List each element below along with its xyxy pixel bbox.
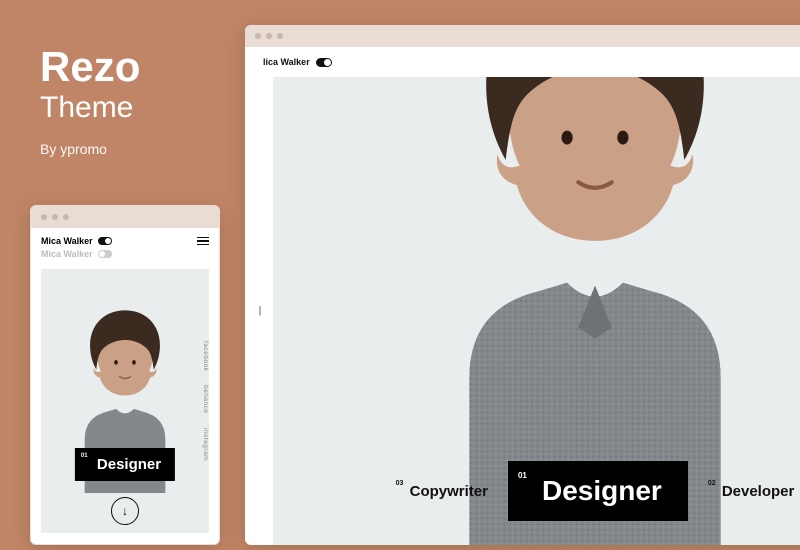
role-designer-badge[interactable]: 01 Designer <box>75 448 175 481</box>
role-number: 01 <box>81 453 88 459</box>
role-label: Designer <box>97 456 161 473</box>
scroll-down-button[interactable]: ↓ <box>111 497 139 525</box>
promo-block: Rezo Theme By ypromo <box>40 45 140 157</box>
site-name: lica Walker <box>263 57 310 67</box>
site-header: lica Walker martin@designer.com <box>245 47 800 77</box>
role-number: 02 <box>708 480 716 487</box>
traffic-light-icon <box>63 214 69 220</box>
social-link-instagram[interactable]: instagram <box>202 428 209 461</box>
social-link-behance[interactable]: behance <box>202 385 209 413</box>
theme-toggle[interactable] <box>98 237 112 245</box>
hero-area: 03 Copywriter 01 Designer 02 Developer <box>273 77 800 545</box>
drag-handle-icon[interactable]: || <box>258 306 259 317</box>
role-label: Designer <box>542 475 662 506</box>
role-designer-badge[interactable]: 01 Designer <box>508 461 688 521</box>
traffic-light-icon <box>266 33 272 39</box>
site-name-faded: Mica Walker <box>41 249 93 259</box>
role-number: 03 <box>396 480 404 487</box>
theme-title: Rezo <box>40 45 140 89</box>
role-label: Copywriter <box>410 483 488 500</box>
role-copywriter[interactable]: 03 Copywriter <box>396 483 488 500</box>
role-developer[interactable]: 02 Developer <box>708 483 795 500</box>
traffic-light-icon <box>41 214 47 220</box>
desktop-preview-window: lica Walker martin@designer.com || <box>245 25 800 545</box>
traffic-light-icon <box>277 33 283 39</box>
hamburger-menu-icon[interactable] <box>197 237 209 246</box>
theme-byline: By ypromo <box>40 141 140 157</box>
social-link-facebook[interactable]: facebook <box>202 341 209 371</box>
site-header-mobile: Mica Walker Mica Walker <box>31 228 219 261</box>
mobile-preview-window: Mica Walker Mica Walker <box>30 205 220 545</box>
traffic-light-icon <box>255 33 261 39</box>
role-number: 01 <box>518 471 527 480</box>
theme-toggle[interactable] <box>316 58 332 67</box>
site-name: Mica Walker <box>41 236 93 246</box>
role-label: Developer <box>722 483 795 500</box>
left-rail: || <box>245 77 273 545</box>
window-titlebar <box>245 25 800 47</box>
theme-subtitle: Theme <box>40 91 140 125</box>
hero-area-mobile: facebook behance instagram 01 Designer ↓ <box>41 269 209 533</box>
social-rail-mobile: facebook behance instagram <box>202 341 209 461</box>
traffic-light-icon <box>52 214 58 220</box>
arrow-down-icon: ↓ <box>122 504 128 518</box>
window-titlebar <box>31 206 219 228</box>
theme-toggle-off[interactable] <box>98 250 112 258</box>
roles-row: 03 Copywriter 01 Designer 02 Developer <box>273 461 800 521</box>
